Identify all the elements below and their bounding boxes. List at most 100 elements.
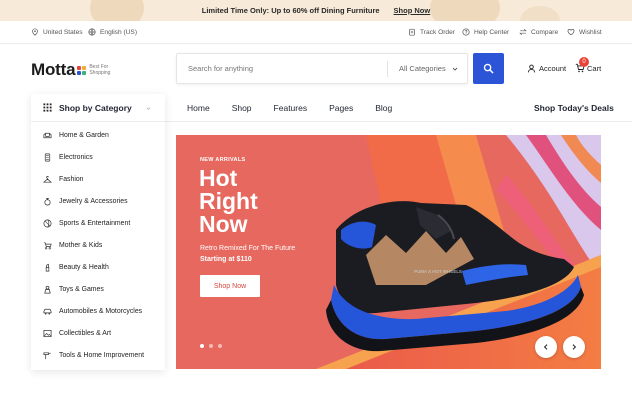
nav-shop[interactable]: Shop bbox=[232, 103, 252, 113]
toy-icon bbox=[43, 285, 52, 294]
hero-eyebrow: NEW ARRIVALS bbox=[200, 157, 246, 163]
sofa-icon bbox=[43, 131, 52, 140]
promo-shop-now-link[interactable]: Shop Now bbox=[394, 6, 431, 15]
language-label: English (US) bbox=[100, 28, 138, 36]
user-icon bbox=[527, 64, 536, 73]
site-logo[interactable]: Motta Best For Shopping bbox=[31, 60, 110, 80]
track-order-label: Track Order bbox=[420, 28, 455, 36]
hero-banner: PUMA X HOT WHEELS NEW ARRIVALS Hot Right… bbox=[176, 135, 601, 369]
category-item[interactable]: Tools & Home Improvement bbox=[31, 344, 165, 366]
search-icon bbox=[483, 63, 494, 74]
promo-decoration bbox=[520, 6, 560, 21]
category-menu-title: Shop by Category bbox=[59, 102, 132, 113]
picture-icon bbox=[43, 329, 52, 338]
nav-pages[interactable]: Pages bbox=[329, 103, 353, 113]
search-divider bbox=[387, 61, 388, 77]
category-item[interactable]: Electronics bbox=[31, 146, 165, 168]
compare-link[interactable]: Compare bbox=[519, 28, 558, 36]
category-label: Jewelry & Accessories bbox=[59, 197, 128, 205]
wishlist-label: Wishlist bbox=[579, 28, 602, 36]
chevron-right-icon bbox=[572, 344, 577, 350]
car-icon bbox=[43, 307, 52, 316]
chevron-down-icon bbox=[146, 107, 151, 110]
globe-icon bbox=[88, 28, 96, 36]
category-label: Tools & Home Improvement bbox=[59, 351, 145, 359]
search-button[interactable] bbox=[473, 53, 504, 84]
main-nav: Home Shop Features Pages Blog Shop Today… bbox=[165, 94, 632, 122]
category-item[interactable]: Fashion bbox=[31, 168, 165, 190]
category-list: Home & Garden Electronics Fashion Jewelr… bbox=[31, 122, 165, 366]
hero-shop-now-button[interactable]: Shop Now bbox=[200, 275, 260, 297]
slider-dot[interactable] bbox=[218, 344, 222, 348]
nav-home[interactable]: Home bbox=[187, 103, 210, 113]
location-selector[interactable]: United States bbox=[31, 28, 83, 36]
nav-features[interactable]: Features bbox=[274, 103, 308, 113]
logo-tagline-line2: Shopping bbox=[89, 70, 111, 76]
location-label: United States bbox=[43, 28, 83, 36]
stroller-icon bbox=[43, 241, 52, 250]
help-center-link[interactable]: Help Center bbox=[462, 28, 509, 36]
cart-label: Cart bbox=[587, 63, 602, 73]
promo-text: Limited Time Only: Up to 60% off Dining … bbox=[201, 6, 380, 15]
device-icon bbox=[43, 153, 52, 162]
heart-icon bbox=[567, 28, 575, 36]
category-label: Mother & Kids bbox=[59, 241, 103, 249]
shoe-branding: PUMA X HOT WHEELS bbox=[414, 269, 462, 274]
category-item[interactable]: Toys & Games bbox=[31, 278, 165, 300]
slider-next-button[interactable] bbox=[563, 336, 585, 358]
category-label: Toys & Games bbox=[59, 285, 104, 293]
utility-bar: United States English (US) Track Order H… bbox=[0, 21, 632, 44]
cart-count-badge: 0 bbox=[579, 57, 589, 67]
logo-tagline: Best For Shopping bbox=[89, 64, 110, 76]
category-menu-header[interactable]: Shop by Category bbox=[31, 94, 165, 122]
hero-title: Hot Right Now bbox=[199, 167, 309, 236]
category-label: Fashion bbox=[59, 175, 84, 183]
category-menu: Shop by Category Home & Garden Electroni… bbox=[31, 94, 165, 370]
category-item[interactable]: Jewelry & Accessories bbox=[31, 190, 165, 212]
logo-wordmark: Motta bbox=[31, 60, 76, 79]
category-item[interactable]: Beauty & Health bbox=[31, 256, 165, 278]
hero-title-line3: Now bbox=[199, 211, 248, 237]
category-item[interactable]: Sports & Entertainment bbox=[31, 212, 165, 234]
logo-mark-icon bbox=[77, 65, 87, 75]
chevron-down-icon[interactable] bbox=[451, 65, 459, 73]
clipboard-icon bbox=[409, 28, 415, 36]
category-item[interactable]: Home & Garden bbox=[31, 124, 165, 146]
category-item[interactable]: Collectibles & Art bbox=[31, 322, 165, 344]
promo-decoration bbox=[430, 0, 500, 21]
promo-bar: Limited Time Only: Up to 60% off Dining … bbox=[0, 0, 632, 21]
compare-label: Compare bbox=[531, 28, 559, 36]
grid-icon bbox=[43, 103, 52, 112]
hero-subtitle: Retro Remixed For The Future bbox=[200, 245, 296, 252]
ball-icon bbox=[43, 219, 52, 228]
nav-blog[interactable]: Blog bbox=[375, 103, 392, 113]
search-bar: All Categories bbox=[176, 53, 468, 84]
category-item[interactable]: Automobiles & Motorcycles bbox=[31, 300, 165, 322]
cart-link[interactable]: 0 Cart bbox=[575, 57, 602, 73]
category-item[interactable]: Mother & Kids bbox=[31, 234, 165, 256]
help-center-label: Help Center bbox=[474, 28, 510, 36]
slider-dot[interactable] bbox=[200, 344, 204, 348]
slider-dot[interactable] bbox=[209, 344, 213, 348]
slider-prev-button[interactable] bbox=[535, 336, 557, 358]
track-order-link[interactable]: Track Order bbox=[408, 28, 455, 36]
category-label: Automobiles & Motorcycles bbox=[59, 307, 143, 315]
language-selector[interactable]: English (US) bbox=[88, 28, 137, 36]
slider-dots bbox=[200, 344, 227, 348]
hanger-icon bbox=[43, 175, 52, 184]
wishlist-link[interactable]: Wishlist bbox=[567, 28, 602, 36]
category-label: Electronics bbox=[59, 153, 93, 161]
map-pin-icon bbox=[32, 28, 38, 36]
category-label: Beauty & Health bbox=[59, 263, 109, 271]
account-link[interactable]: Account bbox=[527, 64, 566, 73]
search-input[interactable] bbox=[177, 54, 387, 83]
help-icon bbox=[462, 28, 470, 36]
shop-todays-deals-link[interactable]: Shop Today's Deals bbox=[534, 103, 614, 113]
category-label: Collectibles & Art bbox=[59, 329, 112, 337]
lipstick-icon bbox=[43, 263, 52, 272]
category-select[interactable]: All Categories bbox=[399, 64, 446, 73]
promo-decoration bbox=[90, 0, 144, 21]
category-label: Sports & Entertainment bbox=[59, 219, 131, 227]
hammer-icon bbox=[43, 351, 52, 360]
category-label: Home & Garden bbox=[59, 131, 109, 139]
